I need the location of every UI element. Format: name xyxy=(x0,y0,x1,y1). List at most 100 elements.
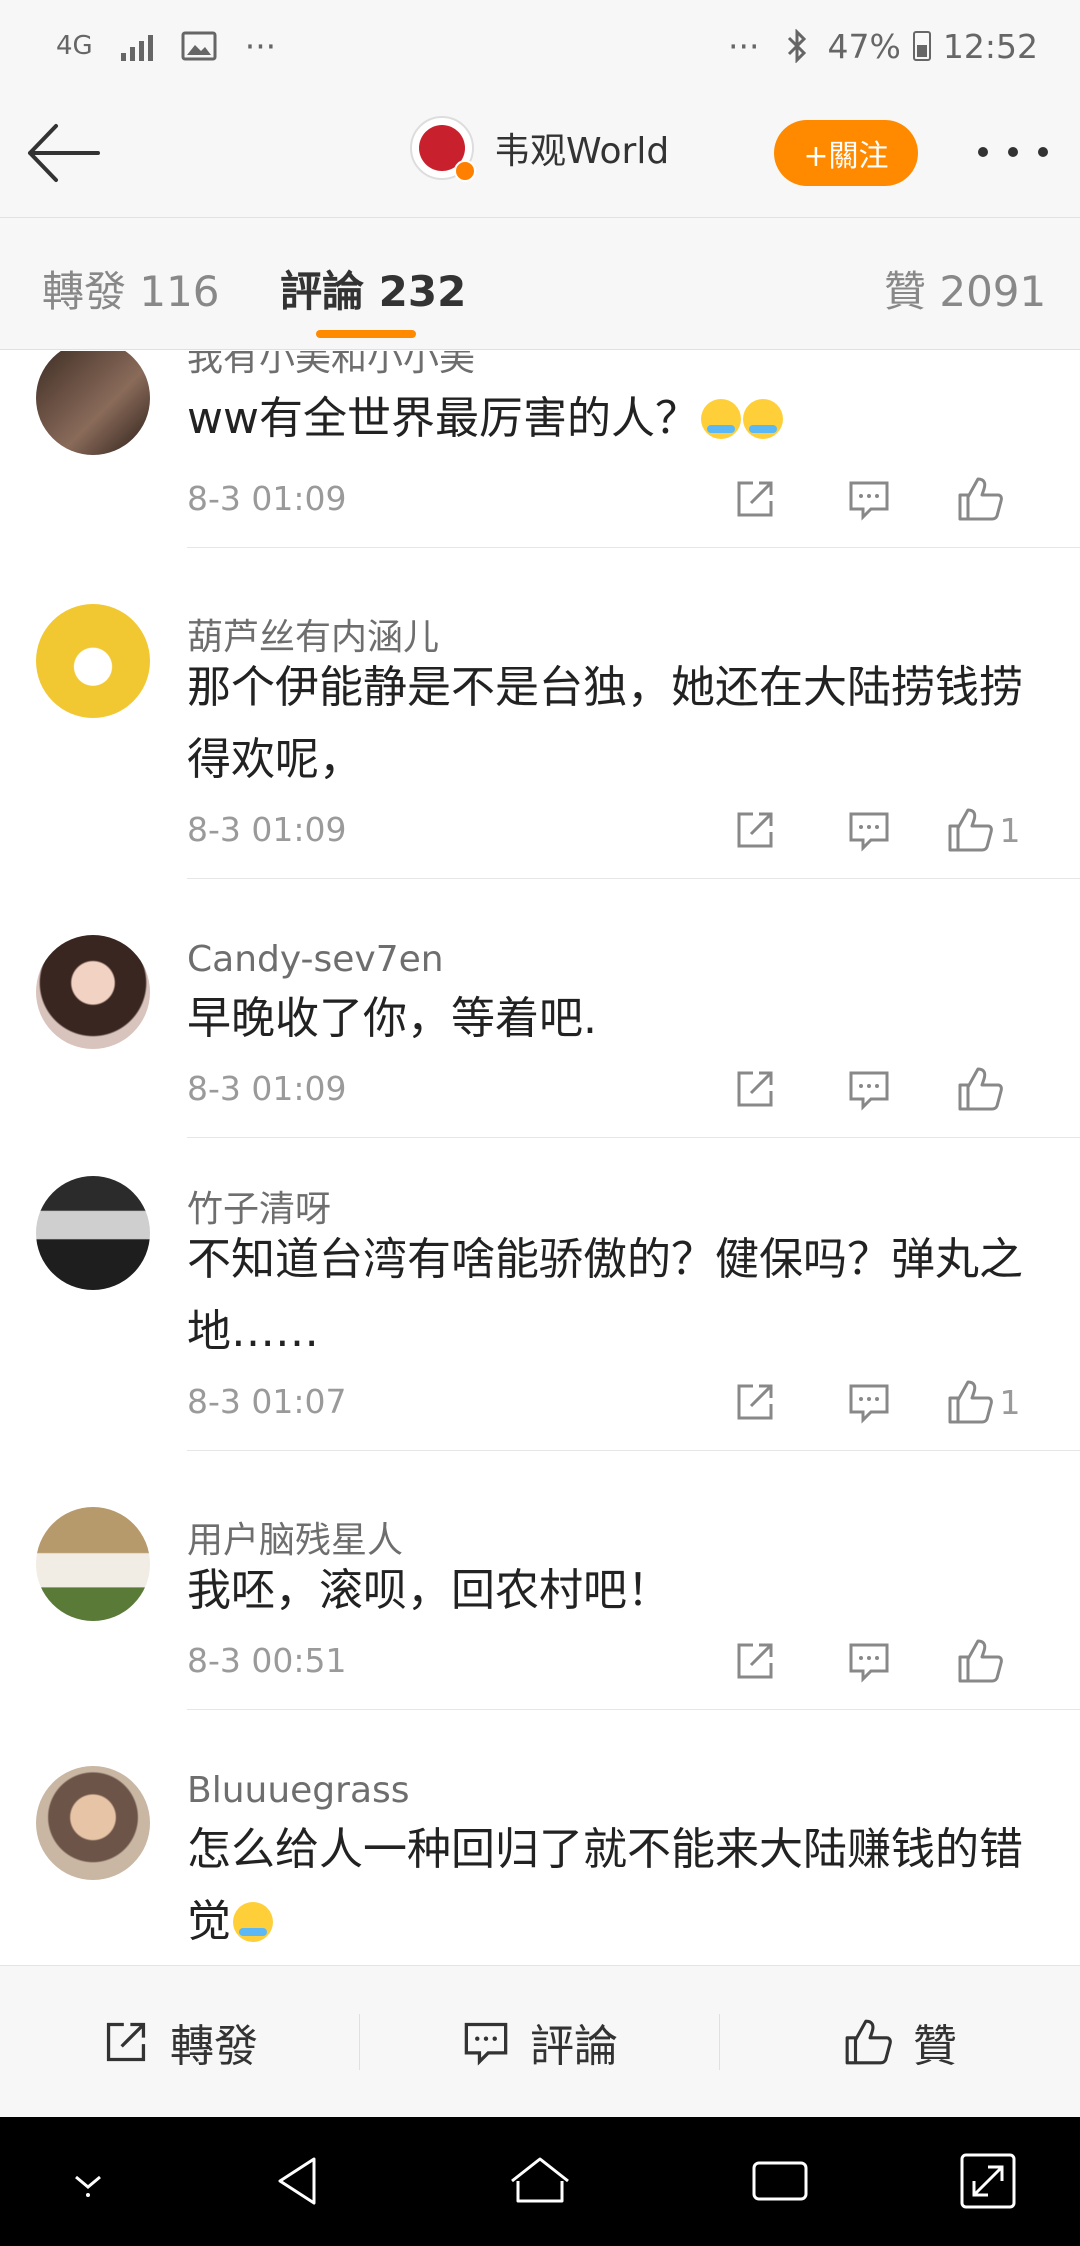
system-navigation-bar xyxy=(0,2117,1080,2246)
comment-actions: 1 xyxy=(698,1372,1040,1432)
comment-icon xyxy=(849,481,889,521)
bottom-action-bar: 轉發 評論 贊 xyxy=(0,1965,1080,2117)
thumbs-up-icon xyxy=(958,1639,1003,1683)
share-button[interactable] xyxy=(698,1372,812,1432)
bluetooth-icon xyxy=(787,29,806,63)
comment-actions xyxy=(698,1059,1040,1119)
comment-icon xyxy=(849,812,889,852)
divider xyxy=(187,1709,1080,1710)
divider xyxy=(187,1450,1080,1451)
comment-icon xyxy=(464,2022,508,2066)
reply-button[interactable] xyxy=(812,469,926,529)
share-icon xyxy=(737,1384,773,1420)
more-status-icon: ··· xyxy=(728,26,760,66)
reply-button[interactable] xyxy=(812,1059,926,1119)
comment-text: 我呸，滚呗，回农村吧！ xyxy=(187,1565,671,1616)
share-icon xyxy=(737,1071,773,1107)
like-button[interactable]: 1 xyxy=(926,1372,1040,1432)
network-type-label: 4G xyxy=(56,31,93,61)
crying-emoji-icon xyxy=(742,399,783,439)
clock: 12:52 xyxy=(942,26,1038,66)
like-button[interactable] xyxy=(926,1059,1040,1119)
share-icon xyxy=(737,481,773,517)
comment-text: ww有全世界最厉害的人？ xyxy=(187,383,1047,455)
tab-reposts[interactable]: 轉發 116 xyxy=(42,258,220,319)
share-icon xyxy=(737,812,773,848)
comment-time: 8-3 00:51 xyxy=(187,1641,347,1680)
share-button[interactable] xyxy=(698,1059,812,1119)
thumbs-up-icon xyxy=(948,1380,993,1424)
user-avatar[interactable] xyxy=(36,351,150,455)
share-button[interactable] xyxy=(698,1631,812,1691)
divider xyxy=(187,1137,1080,1138)
user-avatar[interactable] xyxy=(36,1766,150,1880)
comment-actions xyxy=(698,469,1040,529)
nav-back-button[interactable] xyxy=(264,2145,336,2217)
comment-actions xyxy=(698,1631,1040,1691)
status-bar: 4G ··· ··· 47% 12:52 xyxy=(0,0,1080,92)
comment-username[interactable]: Bluuuegrass xyxy=(187,1770,410,1811)
comment-icon xyxy=(849,1643,889,1683)
user-avatar[interactable] xyxy=(36,1176,150,1290)
comment-time: 8-3 01:09 xyxy=(187,1069,347,1108)
signal-icon xyxy=(120,31,153,61)
comment-username[interactable]: 我有小美和小小美 xyxy=(187,351,475,381)
follow-button[interactable]: +關注 xyxy=(774,120,918,186)
more-options-button[interactable] xyxy=(978,132,1048,172)
thumbs-up-icon xyxy=(958,477,1003,521)
comment-username[interactable]: Candy-sev7en xyxy=(187,939,444,980)
user-avatar[interactable] xyxy=(36,935,150,1049)
hide-keyboard-button[interactable] xyxy=(52,2145,124,2217)
divider xyxy=(187,547,1080,548)
like-button[interactable]: 1 xyxy=(926,800,1040,860)
tab-likes[interactable]: 贊 2091 xyxy=(884,258,1046,319)
reply-button[interactable] xyxy=(812,1372,926,1432)
reply-button[interactable] xyxy=(812,1631,926,1691)
comment-text: 不知道台湾有啥能骄傲的？健保吗？弹丸之地…… xyxy=(187,1234,1023,1357)
crying-emoji-icon xyxy=(700,399,741,439)
comment-text: 怎么给人一种回归了就不能来大陆赚钱的错觉 xyxy=(187,1824,1023,1947)
profile-header[interactable]: 韦观World xyxy=(410,116,669,182)
comment-label: 評論 xyxy=(530,2020,618,2072)
verified-badge-icon xyxy=(454,160,476,182)
back-triangle-icon xyxy=(278,2157,316,2205)
back-button[interactable] xyxy=(22,118,106,188)
comment-button[interactable]: 評論 xyxy=(360,2002,720,2082)
like-button[interactable]: 贊 xyxy=(720,2002,1080,2082)
divider xyxy=(187,878,1080,879)
share-button[interactable] xyxy=(698,469,812,529)
more-notifications-icon: ··· xyxy=(244,26,277,66)
reply-button[interactable] xyxy=(812,800,926,860)
share-button[interactable] xyxy=(698,800,812,860)
tab-comments[interactable]: 評論 232 xyxy=(280,258,466,319)
image-icon xyxy=(181,31,217,61)
nav-home-button[interactable] xyxy=(504,2145,576,2217)
battery-percent: 47% xyxy=(827,26,901,66)
rotate-expand-icon xyxy=(960,2153,1016,2209)
profile-avatar[interactable] xyxy=(410,116,476,182)
comment-list[interactable]: 我有小美和小小美 ww有全世界最厉害的人？ 8-3 01:09 葫芦丝有内涵儿 … xyxy=(0,351,1080,1965)
like-count: 1 xyxy=(999,810,1021,850)
laughing-crying-emoji-icon xyxy=(233,1902,273,1942)
battery-icon xyxy=(912,31,931,61)
nav-recents-button[interactable] xyxy=(744,2145,816,2217)
thumbs-up-icon xyxy=(958,1067,1003,1111)
like-button[interactable] xyxy=(926,469,1040,529)
repost-label: 轉發 xyxy=(170,2020,258,2072)
like-button[interactable] xyxy=(926,1631,1040,1691)
more-dot-icon xyxy=(1008,147,1018,157)
detail-tabs: 轉發 116 評論 232 贊 2091 xyxy=(0,218,1080,350)
top-app-bar: 韦观World +關注 xyxy=(0,92,1080,218)
user-avatar[interactable] xyxy=(36,604,150,718)
repost-button[interactable]: 轉發 xyxy=(0,2002,360,2082)
chevron-down-icon xyxy=(75,2175,101,2197)
profile-name[interactable]: 韦观World xyxy=(494,122,669,174)
comment-text: 早晚收了你，等着吧. xyxy=(187,993,597,1044)
like-count: 1 xyxy=(999,1382,1021,1422)
nav-rotate-button[interactable] xyxy=(952,2145,1024,2217)
share-icon xyxy=(106,2022,146,2061)
user-avatar[interactable] xyxy=(36,1507,150,1621)
comment-icon xyxy=(849,1384,889,1424)
like-label: 贊 xyxy=(913,2020,957,2072)
more-dot-icon xyxy=(1038,147,1048,157)
